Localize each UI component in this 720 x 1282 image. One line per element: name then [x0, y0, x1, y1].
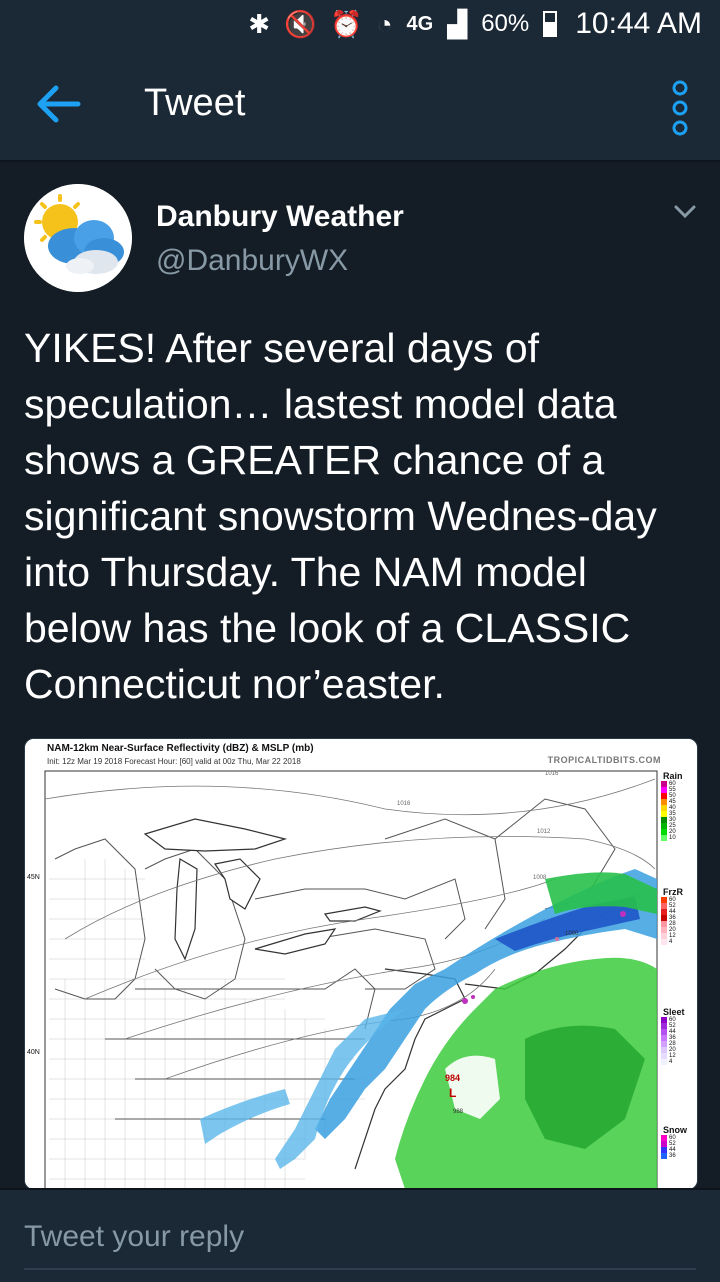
legend-row: 10 — [661, 835, 683, 841]
isobar-label: 988 — [453, 1109, 464, 1115]
low-pressure-value: 984 — [445, 1073, 460, 1083]
legend-value: 10 — [669, 835, 676, 841]
wifi-icon: ◔ — [376, 9, 393, 39]
signal-icon: ▟ — [447, 9, 468, 39]
legend-swatch — [661, 939, 667, 945]
legend-frzr: FrzR 60 52 44 36 28 20 12 4 — [661, 887, 683, 945]
chevron-down-icon — [674, 205, 696, 219]
isobar-label: 1012 — [537, 829, 551, 835]
reply-input-underline — [24, 1268, 696, 1270]
mute-icon: 🔇 — [284, 9, 317, 39]
legend-rain-title: Rain — [663, 771, 683, 781]
bluetooth-icon: ✱ — [248, 9, 271, 39]
alarm-icon: ⏰ — [330, 9, 363, 39]
reply-bar: Tweet your reply — [0, 1188, 720, 1282]
isobar-label: 1000 — [565, 931, 579, 937]
map-title: NAM-12km Near-Surface Reflectivity (dBZ)… — [47, 743, 314, 754]
legend-rain: Rain 60 55 50 45 40 35 30 25 20 10 — [661, 771, 683, 841]
avatar[interactable] — [24, 184, 132, 292]
more-options-icon — [672, 80, 688, 136]
battery-percent: 60% — [481, 10, 530, 37]
legend-frzr-title: FrzR — [663, 887, 683, 897]
legend-row: 36 — [661, 1153, 687, 1159]
latitude-label-40: 40N — [27, 1049, 40, 1056]
legend-value: 4 — [669, 939, 673, 945]
app-bar: Tweet — [0, 48, 720, 162]
weather-map: 984 L 1016 1016 1012 1008 1000 988 — [25, 739, 697, 1189]
map-subtitle: Init: 12z Mar 19 2018 Forecast Hour: [60… — [47, 757, 301, 766]
legend-value: 36 — [669, 1153, 676, 1159]
legend-swatch — [661, 1153, 667, 1159]
legend-snow-title: Snow — [663, 1125, 687, 1135]
network-type-label: 4G — [406, 13, 434, 35]
isobar-label: 1016 — [545, 771, 559, 777]
legend-sleet: Sleet 60 52 44 36 28 20 12 4 — [661, 1007, 685, 1065]
legend-swatch — [661, 835, 667, 841]
battery-icon — [543, 11, 558, 37]
legend-snow: Snow 60 52 44 36 — [661, 1125, 687, 1159]
tweet-options-button[interactable] — [670, 202, 700, 222]
legend-row: 4 — [661, 939, 683, 945]
overflow-menu-button[interactable] — [670, 78, 690, 138]
clock: 10:44 AM — [575, 7, 702, 40]
author-name[interactable]: Danbury Weather — [156, 200, 404, 234]
low-pressure-letter: L — [449, 1086, 456, 1100]
status-bar: ✱ 🔇 ⏰ ◔ 4G ▟ 60% 10:44 AM — [0, 0, 720, 48]
legend-swatch — [661, 1059, 667, 1065]
legend-row: 4 — [661, 1059, 685, 1065]
legend-value: 4 — [669, 1059, 673, 1065]
author-handle[interactable]: @DanburyWX — [156, 244, 348, 278]
tweet-text: YIKES! After several days of speculation… — [24, 325, 669, 707]
latitude-label-45: 45N — [27, 874, 40, 881]
isobar-label: 1008 — [533, 875, 547, 881]
reply-input[interactable]: Tweet your reply — [24, 1220, 244, 1254]
back-button[interactable] — [34, 84, 84, 124]
legend-sleet-title: Sleet — [663, 1007, 685, 1017]
weather-cloud-sun-icon — [24, 184, 132, 292]
isobar-label: 1016 — [397, 801, 411, 807]
page-title: Tweet — [144, 82, 246, 124]
map-credit: TROPICALTIDBITS.COM — [547, 755, 661, 765]
tweet-media-image[interactable]: 984 L 1016 1016 1012 1008 1000 988 NAM-1… — [24, 738, 698, 1190]
back-arrow-icon — [37, 85, 81, 123]
